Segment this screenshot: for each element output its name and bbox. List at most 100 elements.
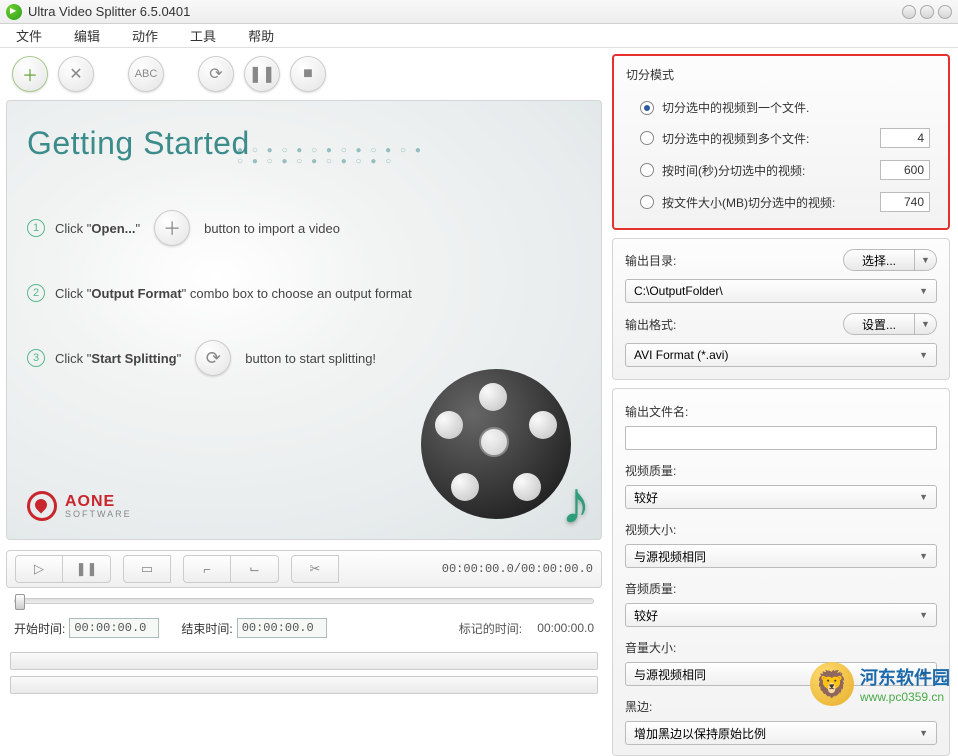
decorative-dots: ● ○ ● ○ ● ○ ● ○ ● ○ ● ○ ●○ ● ○ ● ○ ● ○ ●… <box>237 145 424 167</box>
time-display: 00:00:00.0/00:00:00.0 <box>442 562 593 576</box>
add-button[interactable]: ＋ <box>12 56 48 92</box>
progress-bar-2 <box>10 676 598 694</box>
remove-button[interactable]: ✕ <box>58 56 94 92</box>
menu-tool[interactable]: 工具 <box>190 26 216 45</box>
step-2: 2 Click "Output Format" combo box to cho… <box>27 284 581 302</box>
split-mode-group: 切分模式 切分选中的视频到一个文件. 切分选中的视频到多个文件: 4 按时间(秒… <box>612 54 950 230</box>
open-step-icon[interactable]: ＋ <box>154 210 190 246</box>
refresh-button[interactable]: ⟳ <box>198 56 234 92</box>
output-name-input[interactable] <box>625 426 937 450</box>
blackbar-combo[interactable]: 增加黑边以保持原始比例▼ <box>625 721 937 745</box>
menu-edit[interactable]: 编辑 <box>74 26 100 45</box>
chevron-down-icon: ▼ <box>919 610 928 620</box>
app-icon <box>6 4 22 20</box>
start-time-label: 开始时间: <box>14 620 65 637</box>
start-time-input[interactable]: 00:00:00.0 <box>69 618 159 638</box>
output-dir-group: 输出目录: 选择... ▼ C:\OutputFolder\ ▼ 输出格式: 设… <box>612 238 950 380</box>
video-size-combo[interactable]: 与源视频相同▼ <box>625 544 937 568</box>
chevron-down-icon[interactable]: ▼ <box>915 249 937 271</box>
pause-icon: ❚❚ <box>249 64 276 84</box>
step-number-1: 1 <box>27 219 45 237</box>
aone-logo-icon <box>27 491 57 521</box>
minimize-button[interactable] <box>902 5 916 19</box>
stop-button[interactable]: ■ <box>290 56 326 92</box>
split-mode-option-4[interactable]: 按文件大小(MB)切分选中的视频: 740 <box>626 186 936 218</box>
window-title: Ultra Video Splitter 6.5.0401 <box>28 4 902 19</box>
maximize-button[interactable] <box>920 5 934 19</box>
mark-start-button[interactable]: ⌐ <box>183 555 231 583</box>
seek-thumb[interactable] <box>15 594 25 610</box>
split-mb-input[interactable]: 740 <box>880 192 930 212</box>
menu-bar: 文件 编辑 动作 工具 帮助 <box>0 24 958 48</box>
seek-slider[interactable] <box>14 598 594 604</box>
radio-icon <box>640 163 654 177</box>
volume-label: 音量大小: <box>625 639 937 656</box>
end-time-input[interactable]: 00:00:00.0 <box>237 618 327 638</box>
output-dir-combo[interactable]: C:\OutputFolder\ ▼ <box>625 279 937 303</box>
play-button[interactable]: ▷ <box>15 555 63 583</box>
chevron-down-icon: ▼ <box>919 492 928 502</box>
mark-time-value: 00:00:00.0 <box>537 621 594 635</box>
pause-playback-button[interactable]: ❚❚ <box>63 555 111 583</box>
format-settings-button[interactable]: 设置... ▼ <box>843 313 937 335</box>
film-reel-graphic: ♪ <box>421 369 581 529</box>
step-number-2: 2 <box>27 284 45 302</box>
split-mode-title: 切分模式 <box>626 66 936 83</box>
split-mode-option-1[interactable]: 切分选中的视频到一个文件. <box>626 93 936 122</box>
chevron-down-icon: ▼ <box>919 551 928 561</box>
playback-controls: ▷ ❚❚ ▭ ⌐ ⌙ ✂ 00:00:00.0/00:00:00.0 <box>6 550 602 704</box>
start-step-icon[interactable]: ⟳ <box>195 340 231 376</box>
radio-icon <box>640 195 654 209</box>
audio-quality-combo[interactable]: 较好▼ <box>625 603 937 627</box>
settings-group: 输出文件名: 视频质量: 较好▼ 视频大小: 与源视频相同▼ 音频质量: 较好▼… <box>612 388 950 756</box>
end-time-label: 结束时间: <box>181 620 232 637</box>
refresh-icon: ⟳ <box>209 64 222 84</box>
step-1: 1 Click "Open..." ＋ button to import a v… <box>27 210 581 246</box>
choose-dir-button[interactable]: 选择... ▼ <box>843 249 937 271</box>
output-format-label: 输出格式: <box>625 316 676 333</box>
radio-icon <box>640 131 654 145</box>
stop-square-icon: ▭ <box>141 561 153 577</box>
split-count-input[interactable]: 4 <box>880 128 930 148</box>
clear-marks-button[interactable]: ✂ <box>291 555 339 583</box>
title-bar: Ultra Video Splitter 6.5.0401 <box>0 0 958 24</box>
radio-icon <box>640 101 654 115</box>
x-icon: ✕ <box>69 64 82 84</box>
video-quality-label: 视频质量: <box>625 462 937 479</box>
stop-playback-button[interactable]: ▭ <box>123 555 171 583</box>
video-size-label: 视频大小: <box>625 521 937 538</box>
chevron-down-icon[interactable]: ▼ <box>915 313 937 335</box>
bracket-right-icon: ⌙ <box>249 561 260 577</box>
split-mode-option-2[interactable]: 切分选中的视频到多个文件: 4 <box>626 122 936 154</box>
abc-icon: ABC <box>135 68 158 80</box>
refresh-icon: ⟳ <box>206 348 221 369</box>
pause-button[interactable]: ❚❚ <box>244 56 280 92</box>
music-note-icon: ♪ <box>561 468 591 537</box>
close-button[interactable] <box>938 5 952 19</box>
split-mode-option-3[interactable]: 按时间(秒)分切选中的视频: 600 <box>626 154 936 186</box>
mark-time-label: 标记的时间: <box>459 620 522 637</box>
output-format-combo[interactable]: AVI Format (*.avi) ▼ <box>625 343 937 367</box>
mark-end-button[interactable]: ⌙ <box>231 555 279 583</box>
bracket-left-icon: ⌐ <box>203 562 211 577</box>
video-quality-combo[interactable]: 较好▼ <box>625 485 937 509</box>
chevron-down-icon: ▼ <box>919 669 928 679</box>
blackbar-label: 黑边: <box>625 698 937 715</box>
play-icon: ▷ <box>34 561 44 577</box>
pause-icon: ❚❚ <box>76 561 98 577</box>
getting-started-panel: Getting Started ● ○ ● ○ ● ○ ● ○ ● ○ ● ○ … <box>6 100 602 540</box>
menu-file[interactable]: 文件 <box>16 26 42 45</box>
step-number-3: 3 <box>27 349 45 367</box>
toolbar: ＋ ✕ ABC ⟳ ❚❚ ■ <box>6 54 602 100</box>
output-dir-label: 输出目录: <box>625 252 676 269</box>
menu-help[interactable]: 帮助 <box>248 26 274 45</box>
scissors-icon: ✂ <box>310 561 321 577</box>
menu-action[interactable]: 动作 <box>132 26 158 45</box>
plus-icon: ＋ <box>163 215 181 241</box>
chevron-down-icon: ▼ <box>919 350 928 360</box>
split-seconds-input[interactable]: 600 <box>880 160 930 180</box>
volume-combo[interactable]: 与源视频相同▼ <box>625 662 937 686</box>
chevron-down-icon: ▼ <box>919 728 928 738</box>
rename-button[interactable]: ABC <box>128 56 164 92</box>
chevron-down-icon: ▼ <box>919 286 928 296</box>
